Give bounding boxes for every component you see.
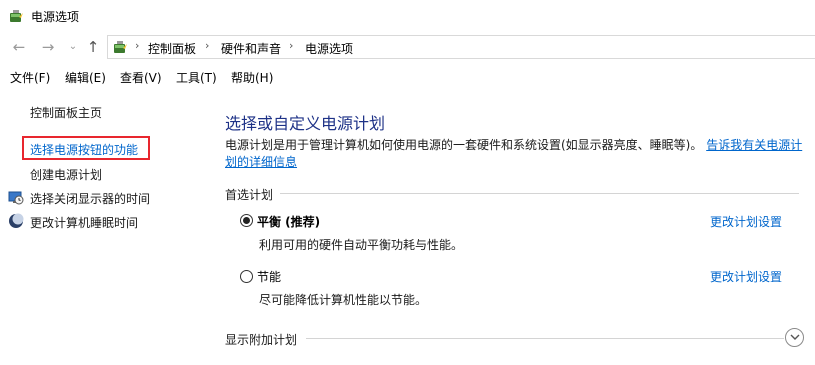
arrow-up-icon[interactable]: ↑ xyxy=(84,38,102,56)
power-options-icon xyxy=(10,10,23,22)
breadcrumb-control-panel[interactable]: 控制面板 xyxy=(148,40,196,57)
sidebar-turn-off-display-time[interactable]: 选择关闭显示器的时间 xyxy=(30,190,150,207)
preferred-plans-label: 首选计划 xyxy=(225,188,274,202)
balanced-radio[interactable] xyxy=(240,214,253,227)
sidebar-control-panel-home[interactable]: 控制面板主页 xyxy=(30,104,102,121)
moon-icon xyxy=(9,213,24,228)
monitor-clock-icon xyxy=(8,191,24,205)
title-bar: 电源选项 xyxy=(0,0,815,32)
show-additional-plans-label[interactable]: 显示附加计划 xyxy=(225,331,297,348)
change-plan-settings-balanced[interactable]: 更改计划设置 xyxy=(710,213,782,230)
sidebar-change-sleep-time[interactable]: 更改计算机睡眠时间 xyxy=(30,214,138,231)
section-divider xyxy=(306,338,784,339)
arrow-right-icon[interactable]: → xyxy=(39,38,57,56)
change-plan-settings-power-saver[interactable]: 更改计划设置 xyxy=(710,268,782,285)
menu-view[interactable]: 查看(V) xyxy=(120,69,162,86)
menu-bar: 文件(F) 编辑(E) 查看(V) 工具(T) 帮助(H) xyxy=(0,66,815,88)
chevron-right-icon[interactable]: › xyxy=(289,39,293,52)
sidebar-choose-power-button[interactable]: 选择电源按钮的功能 xyxy=(30,141,138,158)
chevron-down-circle-icon[interactable] xyxy=(785,328,804,347)
control-panel-icon xyxy=(114,41,127,53)
description-text: 电源计划是用于管理计算机如何使用电源的一套硬件和系统设置(如显示器亮度、睡眠等)… xyxy=(225,138,703,152)
navigation-bar: ← → ⌄ ↑ › 控制面板 › 硬件和声音 › 电源选项 xyxy=(0,33,815,61)
plan-name-power-saver[interactable]: 节能 xyxy=(257,268,281,285)
menu-file[interactable]: 文件(F) xyxy=(10,69,50,86)
menu-tools[interactable]: 工具(T) xyxy=(176,69,217,86)
plan-desc-power-saver: 尽可能降低计算机性能以节能。 xyxy=(259,293,428,307)
chevron-right-icon[interactable]: › xyxy=(205,39,209,52)
window-title: 电源选项 xyxy=(31,10,80,24)
menu-edit[interactable]: 编辑(E) xyxy=(65,69,106,86)
page-title: 选择或自定义电源计划 xyxy=(225,114,386,133)
address-bar[interactable]: › 控制面板 › 硬件和声音 › 电源选项 xyxy=(107,35,815,59)
sidebar-create-power-plan[interactable]: 创建电源计划 xyxy=(30,166,102,183)
page-description: 电源计划是用于管理计算机如何使用电源的一套硬件和系统设置(如显示器亮度、睡眠等)… xyxy=(225,137,805,171)
plan-name-balanced[interactable]: 平衡 (推荐) xyxy=(257,213,320,230)
plan-desc-balanced: 利用可用的硬件自动平衡功耗与性能。 xyxy=(259,238,464,252)
chevron-down-icon xyxy=(790,334,800,340)
section-divider xyxy=(280,193,799,194)
main-content: 选择或自定义电源计划 电源计划是用于管理计算机如何使用电源的一套硬件和系统设置(… xyxy=(200,90,815,365)
chevron-down-icon[interactable]: ⌄ xyxy=(64,38,82,56)
chevron-right-icon[interactable]: › xyxy=(135,39,139,52)
menu-help[interactable]: 帮助(H) xyxy=(231,69,273,86)
power-saver-radio[interactable] xyxy=(240,270,253,283)
breadcrumb-hardware-sound[interactable]: 硬件和声音 xyxy=(221,40,281,57)
arrow-left-icon[interactable]: ← xyxy=(10,38,28,56)
breadcrumb-power-options[interactable]: 电源选项 xyxy=(305,40,353,57)
